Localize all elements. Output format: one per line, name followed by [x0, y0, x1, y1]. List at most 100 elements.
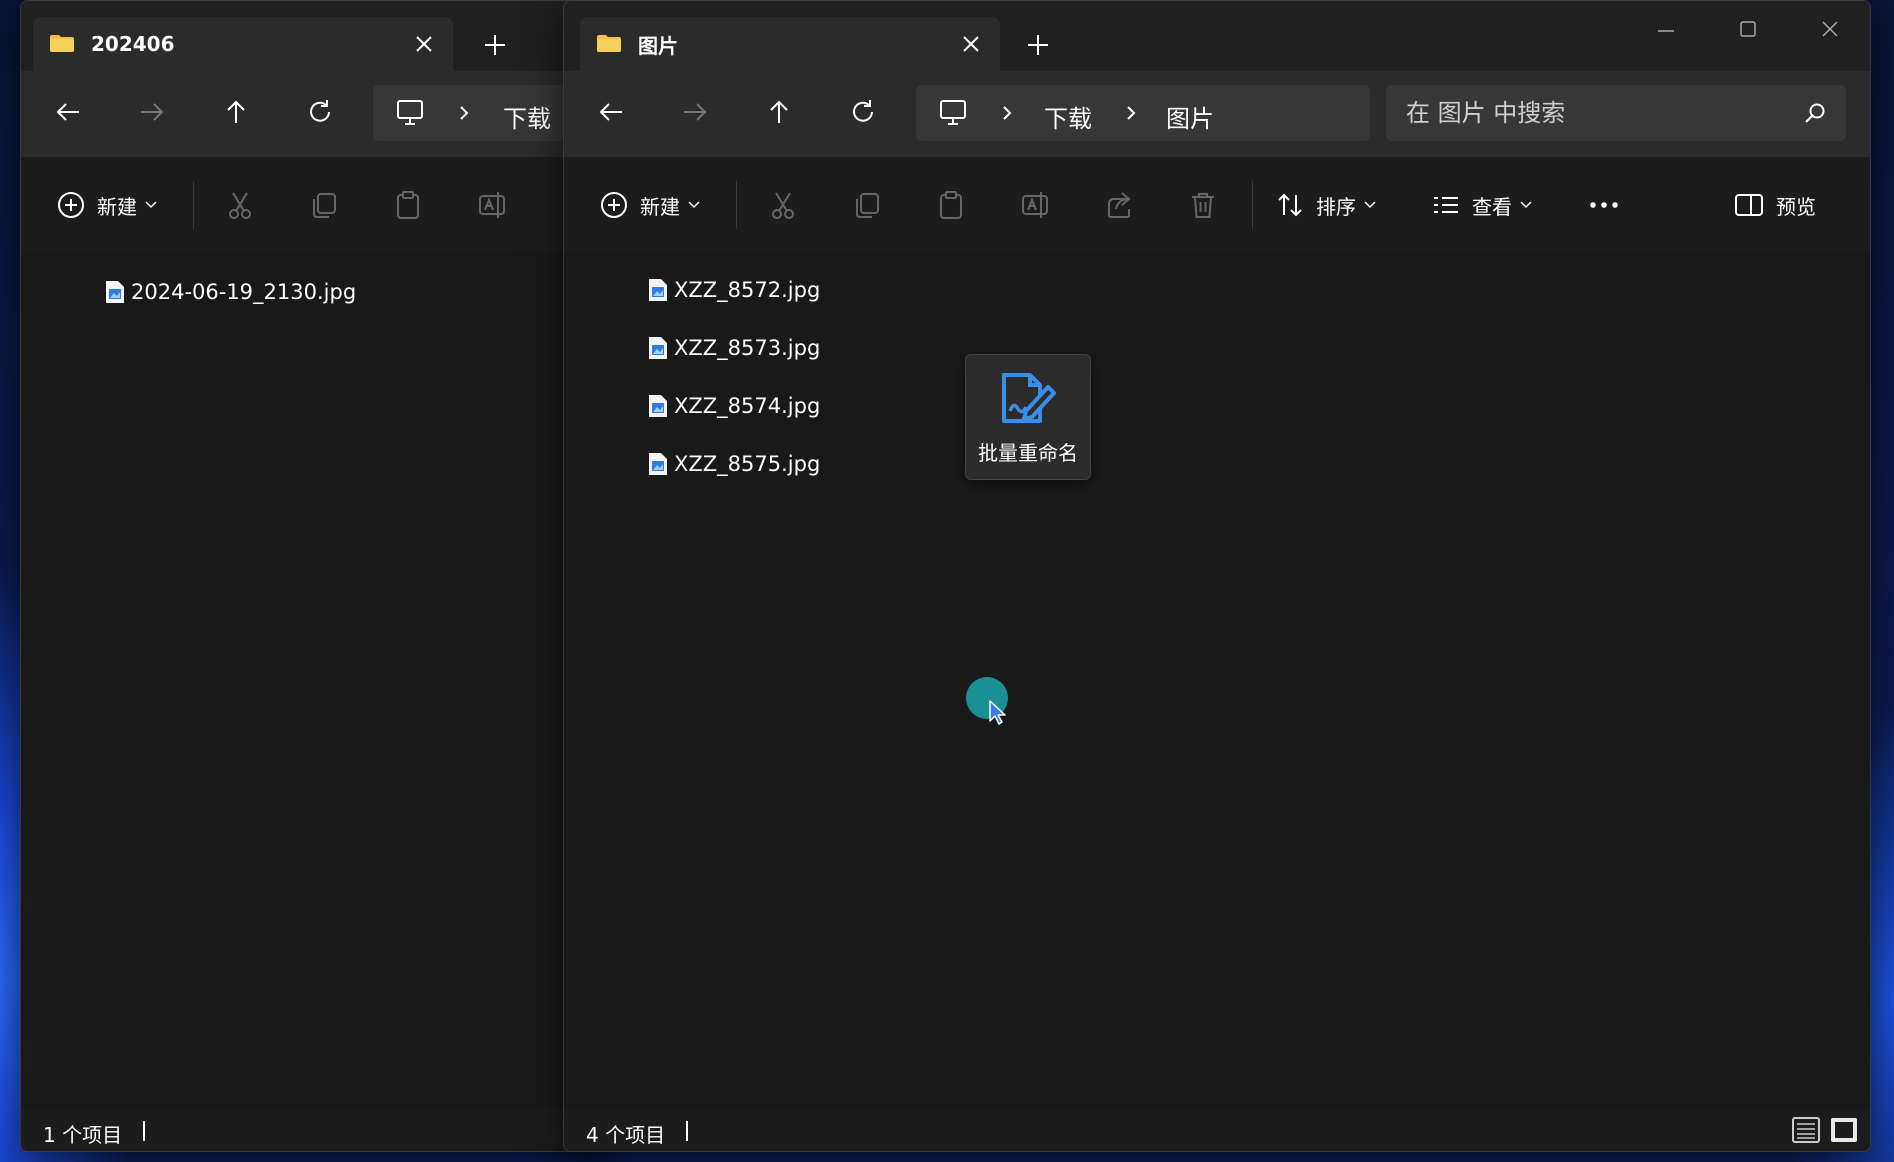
status-bar: 1 个项目	[21, 1109, 611, 1151]
search-input[interactable]	[1404, 97, 1778, 129]
file-list: XZZ_8572.jpg XZZ_8573.jpg XZZ_8574.jpg X…	[564, 253, 1870, 1109]
view-list-icon	[1432, 191, 1460, 219]
refresh-icon[interactable]	[848, 97, 878, 127]
image-file-icon	[648, 278, 668, 302]
image-file-icon	[648, 336, 668, 360]
new-label: 新建	[640, 194, 680, 219]
chevron-down-icon	[145, 201, 157, 209]
navigation-bar: 下载 图片	[564, 71, 1870, 157]
maximize-icon[interactable]	[1736, 17, 1760, 41]
navigation-bar: 下载	[21, 71, 611, 157]
new-button[interactable]: 新建	[57, 187, 157, 223]
chevron-right-icon	[1000, 105, 1014, 121]
preview-pane-icon	[1734, 192, 1764, 218]
command-bar: 新建 排序 查看 预览	[564, 157, 1870, 254]
address-bar[interactable]: 下载 图片	[916, 85, 1370, 141]
breadcrumb-downloads[interactable]: 下载	[503, 99, 551, 134]
details-view-icon[interactable]	[1792, 1117, 1820, 1143]
close-tab-icon[interactable]	[958, 31, 984, 57]
item-count: 4 个项目	[586, 1123, 666, 1147]
list-item[interactable]: XZZ_8572.jpg	[648, 275, 820, 305]
file-list: 2024-06-19_2130.jpg	[21, 253, 611, 1109]
breadcrumb-downloads[interactable]: 下载	[1044, 99, 1092, 134]
tab-pictures[interactable]: 图片	[580, 17, 1000, 71]
search-icon[interactable]	[1804, 102, 1826, 124]
tab-title: 图片	[638, 33, 678, 58]
image-file-icon	[648, 394, 668, 418]
chevron-down-icon	[1520, 201, 1532, 209]
new-button[interactable]: 新建	[600, 187, 700, 223]
up-arrow-icon[interactable]	[221, 97, 251, 127]
share-icon[interactable]	[1104, 187, 1134, 223]
toolbar-divider	[1252, 181, 1253, 229]
chevron-down-icon	[688, 201, 700, 209]
paste-icon[interactable]	[936, 187, 966, 223]
batch-rename-tile[interactable]: 批量重命名	[965, 354, 1091, 480]
plus-circle-icon	[600, 191, 628, 219]
close-window-icon[interactable]	[1818, 17, 1842, 41]
more-button[interactable]	[1588, 187, 1620, 223]
new-tab-icon[interactable]	[481, 31, 509, 59]
new-tab-icon[interactable]	[1024, 31, 1052, 59]
toolbar-divider	[193, 181, 194, 229]
chevron-right-icon	[457, 105, 471, 121]
batch-rename-label: 批量重命名	[978, 441, 1078, 465]
explorer-window-right: 图片 下载 图片 在 图片 中搜索 新建 排序 查看 预览 XZZ_8572.j…	[563, 0, 1871, 1152]
list-item[interactable]: XZZ_8573.jpg	[648, 333, 820, 363]
sort-label: 排序	[1316, 194, 1356, 219]
copy-icon[interactable]	[309, 187, 339, 223]
preview-button[interactable]: 预览	[1734, 187, 1816, 223]
new-label: 新建	[97, 194, 137, 219]
list-item[interactable]: XZZ_8575.jpg	[648, 449, 820, 479]
edit-document-icon	[1000, 371, 1058, 425]
title-bar: 图片	[564, 1, 1870, 71]
delete-icon[interactable]	[1188, 187, 1218, 223]
file-name: XZZ_8574.jpg	[674, 394, 821, 418]
rename-icon[interactable]	[477, 187, 507, 223]
computer-icon	[938, 99, 968, 127]
forward-arrow-icon[interactable]	[137, 97, 167, 127]
image-file-icon	[105, 280, 125, 304]
tab-title: 202406	[91, 32, 175, 56]
list-item[interactable]: 2024-06-19_2130.jpg	[105, 277, 356, 307]
status-divider	[143, 1121, 145, 1141]
refresh-icon[interactable]	[305, 97, 335, 127]
title-bar: 202406	[21, 1, 611, 71]
up-arrow-icon[interactable]	[764, 97, 794, 127]
sort-button[interactable]: 排序	[1276, 187, 1376, 223]
preview-label: 预览	[1776, 194, 1816, 219]
toolbar-divider	[736, 181, 737, 229]
minimize-icon[interactable]	[1654, 19, 1678, 43]
folder-icon	[49, 34, 75, 53]
status-bar: 4 个项目	[564, 1109, 1870, 1151]
copy-icon[interactable]	[852, 187, 882, 223]
item-count: 1 个项目	[43, 1123, 123, 1147]
cut-icon[interactable]	[768, 187, 798, 223]
back-arrow-icon[interactable]	[596, 97, 626, 127]
file-name: 2024-06-19_2130.jpg	[131, 280, 357, 304]
large-icons-view-icon[interactable]	[1830, 1117, 1858, 1143]
file-name: XZZ_8573.jpg	[674, 336, 821, 360]
mouse-pointer-icon	[988, 699, 1006, 725]
file-name: XZZ_8575.jpg	[674, 452, 821, 476]
close-tab-icon[interactable]	[411, 31, 437, 57]
view-button[interactable]: 查看	[1432, 187, 1532, 223]
file-name: XZZ_8572.jpg	[674, 278, 821, 302]
breadcrumb-pictures[interactable]: 图片	[1166, 99, 1214, 134]
back-arrow-icon[interactable]	[53, 97, 83, 127]
forward-arrow-icon[interactable]	[680, 97, 710, 127]
status-divider	[686, 1121, 688, 1141]
search-box[interactable]	[1386, 85, 1846, 141]
folder-icon	[596, 34, 622, 53]
cut-icon[interactable]	[225, 187, 255, 223]
list-item[interactable]: XZZ_8574.jpg	[648, 391, 820, 421]
rename-icon[interactable]	[1020, 187, 1050, 223]
tab-202406[interactable]: 202406	[33, 17, 453, 71]
paste-icon[interactable]	[393, 187, 423, 223]
more-options-icon	[1588, 200, 1620, 210]
view-label: 查看	[1472, 194, 1512, 219]
sort-icon	[1276, 191, 1304, 219]
chevron-right-icon	[1124, 105, 1138, 121]
computer-icon	[395, 99, 425, 127]
image-file-icon	[648, 452, 668, 476]
